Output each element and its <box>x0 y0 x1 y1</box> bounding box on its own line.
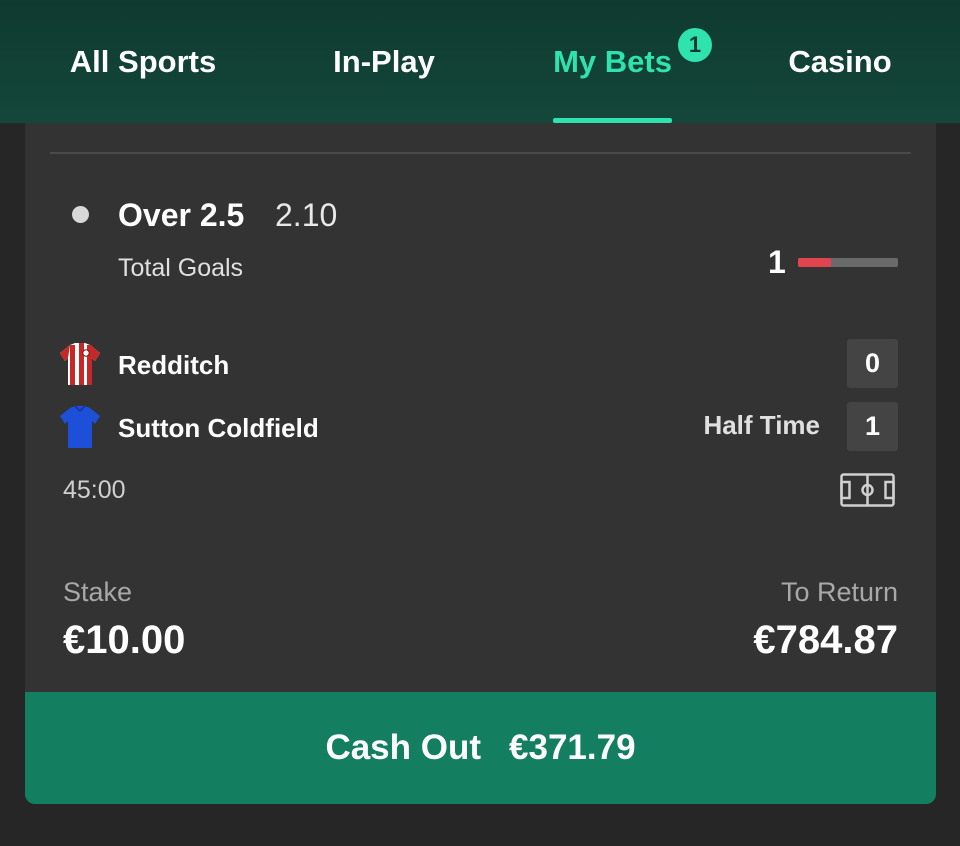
nav-all-sports[interactable]: All Sports <box>52 44 234 123</box>
goals-progress-fill <box>798 258 831 267</box>
nav-all-sports-label: All Sports <box>69 44 217 79</box>
my-bets-screen: All Sports In-Play My Bets 1 Casino Over… <box>0 0 960 846</box>
card-divider <box>50 152 911 154</box>
goals-count: 1 <box>768 244 786 280</box>
cash-out-amount: €371.79 <box>509 728 636 767</box>
nav-my-bets-label: My Bets <box>553 44 672 79</box>
nav-casino-label: Casino <box>788 44 892 79</box>
stake-value: €10.00 <box>63 618 186 662</box>
stake-label: Stake <box>63 577 133 607</box>
match-clock: 45:00 <box>63 476 126 504</box>
cash-out-label: Cash Out <box>325 728 482 767</box>
top-navigation: All Sports In-Play My Bets 1 Casino <box>0 0 960 123</box>
pitch-icon[interactable] <box>840 473 895 507</box>
bet-selection: Over 2.5 <box>118 197 245 233</box>
nav-casino[interactable]: Casino <box>779 44 901 123</box>
away-team-score: 1 <box>847 402 898 451</box>
nav-my-bets[interactable]: My Bets 1 <box>553 28 712 123</box>
bet-card: Over 2.5 2.10 Total Goals 1 Redditch 0 S… <box>25 123 936 804</box>
nav-in-play-label: In-Play <box>333 44 435 79</box>
to-return-label: To Return <box>780 577 898 607</box>
cash-out-button[interactable]: Cash Out €371.79 <box>25 692 936 804</box>
goals-progress-bar <box>798 258 898 267</box>
bet-market: Total Goals <box>118 254 244 282</box>
bet-odds: 2.10 <box>275 197 338 233</box>
home-team-score: 0 <box>847 339 898 388</box>
nav-in-play[interactable]: In-Play <box>322 44 446 123</box>
match-status: Half Time <box>703 410 820 440</box>
away-team-name: Sutton Coldfield <box>118 413 319 443</box>
home-team-name: Redditch <box>118 350 230 380</box>
bet-status-dot <box>72 206 89 223</box>
home-kit-icon <box>60 343 100 385</box>
my-bets-count-badge: 1 <box>678 28 712 62</box>
away-kit-icon <box>60 406 100 448</box>
to-return-value: €784.87 <box>753 618 898 662</box>
